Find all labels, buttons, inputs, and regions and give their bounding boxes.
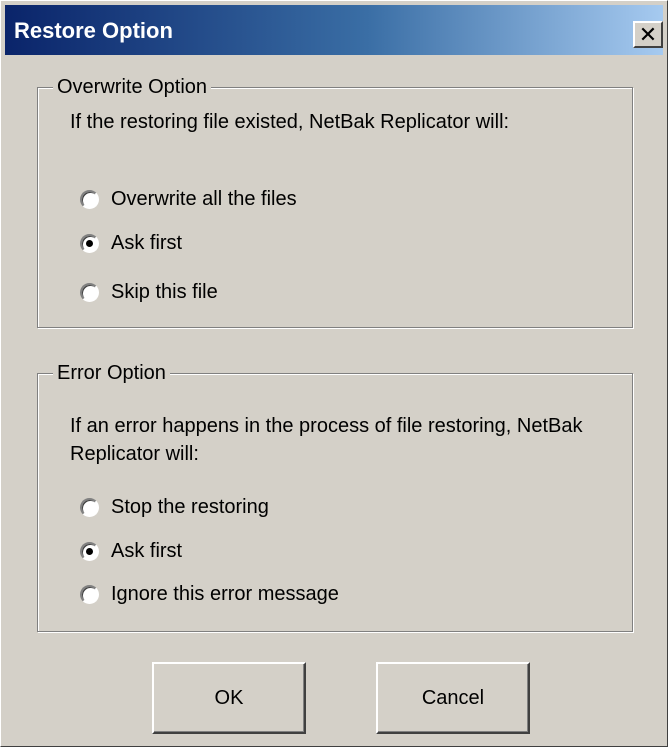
radio-button[interactable] bbox=[80, 541, 99, 561]
close-icon: ✕ bbox=[638, 21, 658, 47]
radio-label: Ask first bbox=[111, 231, 183, 254]
radio-error-ask-first[interactable]: Ask first bbox=[80, 537, 182, 565]
radio-button[interactable] bbox=[80, 233, 99, 253]
radio-stop-restoring[interactable]: Stop the restoring bbox=[80, 493, 269, 521]
window-title: Restore Option bbox=[14, 18, 173, 43]
restore-option-dialog: Restore Option ✕ Overwrite Option If the… bbox=[0, 0, 668, 747]
radio-label: Ask first bbox=[111, 539, 183, 562]
title-bar[interactable]: Restore Option ✕ bbox=[5, 5, 663, 55]
radio-label: Stop the restoring bbox=[111, 495, 269, 518]
cancel-button[interactable]: Cancel bbox=[376, 662, 530, 734]
radio-button[interactable] bbox=[80, 497, 99, 517]
overwrite-option-group: Overwrite Option If the restoring file e… bbox=[37, 73, 633, 328]
radio-button[interactable] bbox=[80, 584, 99, 604]
error-option-legend: Error Option bbox=[53, 359, 170, 387]
close-button[interactable]: ✕ bbox=[633, 21, 663, 48]
radio-button[interactable] bbox=[80, 189, 99, 209]
radio-overwrite-ask-first[interactable]: Ask first bbox=[80, 229, 182, 257]
overwrite-option-prompt: If the restoring file existed, NetBak Re… bbox=[70, 111, 510, 133]
error-option-group: Error Option If an error happens in the … bbox=[37, 359, 633, 632]
radio-ignore-error-message[interactable]: Ignore this error message bbox=[80, 580, 339, 608]
radio-skip-this-file[interactable]: Skip this file bbox=[80, 278, 218, 306]
radio-label: Skip this file bbox=[111, 280, 218, 303]
radio-label: Ignore this error message bbox=[111, 582, 339, 605]
error-option-prompt: If an error happens in the process of fi… bbox=[70, 415, 583, 465]
radio-button[interactable] bbox=[80, 282, 99, 302]
radio-overwrite-all-files[interactable]: Overwrite all the files bbox=[80, 185, 297, 213]
radio-label: Overwrite all the files bbox=[111, 187, 297, 210]
overwrite-option-legend: Overwrite Option bbox=[53, 73, 212, 101]
ok-button[interactable]: OK bbox=[152, 662, 306, 734]
